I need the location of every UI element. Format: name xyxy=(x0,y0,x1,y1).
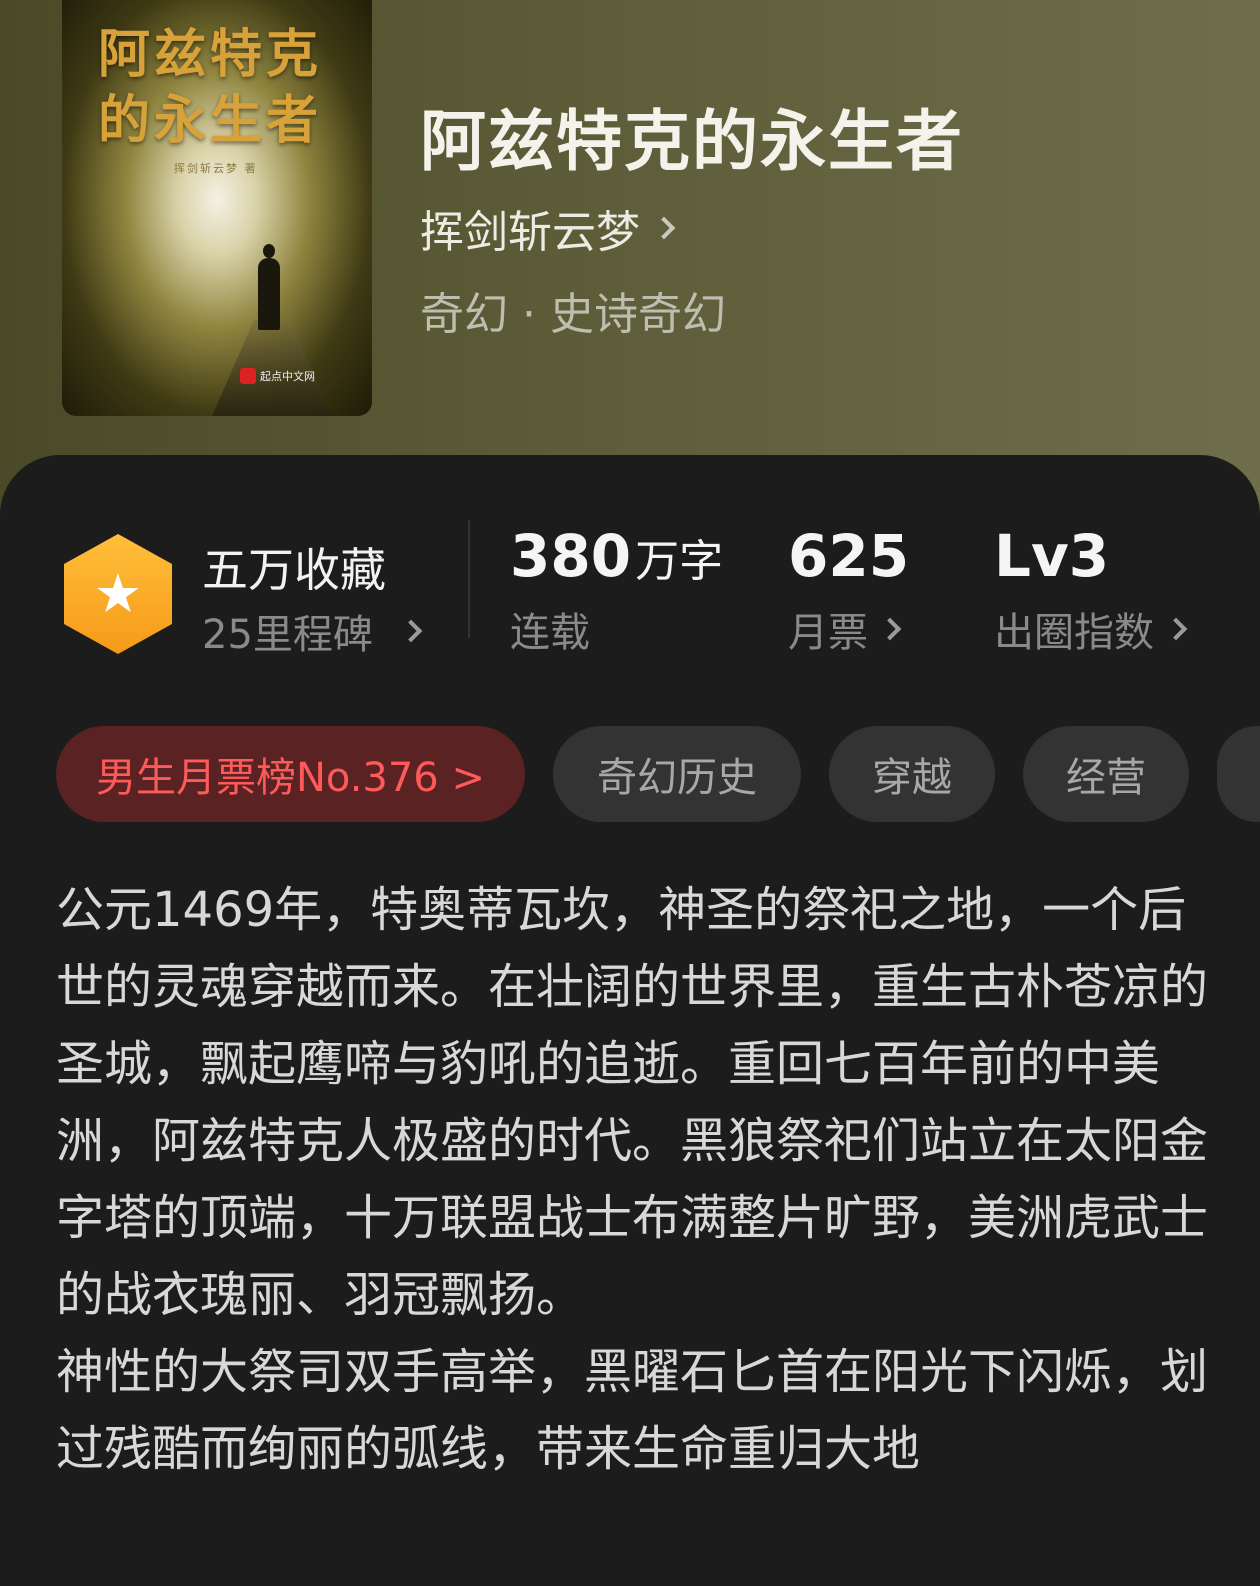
cover-publisher-logo: 起点中文网 xyxy=(240,368,315,384)
chevron-right-icon xyxy=(878,617,902,641)
cover-title-line1: 阿兹特克 xyxy=(98,24,323,85)
popularity-index-stat[interactable]: Lv3 出圈指数 xyxy=(994,522,1188,658)
book-description: 公元1469年，特奥蒂瓦坎，神圣的祭祀之地，一个后世的灵魂穿越而来。在壮阔的世界… xyxy=(56,882,1209,1477)
publisher-logo-icon xyxy=(240,368,256,384)
tag-time-travel[interactable]: 穿越 xyxy=(828,726,995,822)
star-icon: ★ xyxy=(93,562,143,625)
stats-row: ★ 五万收藏 25里程碑 380 万字 连载 625 月票 Lv3 出圈指数 xyxy=(0,518,1260,668)
monthly-ticket-value: 625 xyxy=(788,522,910,590)
cover-title: 阿兹特克 的永生者 xyxy=(98,22,338,154)
stats-divider xyxy=(468,520,470,638)
cover-figure-art xyxy=(258,244,280,330)
serial-status: 连载 xyxy=(510,610,590,656)
author-link[interactable]: 挥剑斩云梦 xyxy=(420,196,676,260)
author-name: 挥剑斩云梦 xyxy=(420,207,640,258)
book-header: 阿兹特克 的永生者 挥剑斩云梦 著 起点中文网 阿兹特克的永生者 挥剑斩云梦 奇… xyxy=(0,0,1260,520)
cover-author: 挥剑斩云梦 著 xyxy=(174,162,258,175)
tag-fantasy-history[interactable]: 奇幻历史 xyxy=(552,726,801,822)
word-count-unit: 万字 xyxy=(635,536,724,587)
collection-title: 五万收藏 xyxy=(202,543,386,597)
milestone-link[interactable]: 25里程碑 xyxy=(202,602,423,660)
monthly-ticket-label: 月票 xyxy=(788,610,868,656)
monthly-ticket-stat[interactable]: 625 月票 xyxy=(788,522,909,658)
collection-badge[interactable]: ★ xyxy=(64,534,172,654)
rank-tag[interactable]: 男生月票榜No.376 > xyxy=(56,726,525,822)
word-count-value: 380 xyxy=(510,522,632,590)
tag-row: 男生月票榜No.376 > 奇幻历史 穿越 经营 xyxy=(56,726,1260,822)
tag-management[interactable]: 经营 xyxy=(1022,726,1189,822)
popularity-index-value: Lv3 xyxy=(994,522,1110,590)
tag-overflow[interactable] xyxy=(1216,726,1260,822)
chevron-right-icon xyxy=(399,619,423,643)
word-count-stat: 380 万字 连载 xyxy=(510,522,723,658)
chevron-right-icon xyxy=(1164,617,1188,641)
cover-title-line2: 的永生者 xyxy=(98,90,323,151)
chevron-right-icon xyxy=(652,216,676,240)
milestone-label: 25里程碑 xyxy=(202,612,373,658)
book-category: 奇幻 · 史诗奇幻 xyxy=(420,289,726,340)
popularity-index-label: 出圈指数 xyxy=(994,610,1154,656)
book-title: 阿兹特克的永生者 xyxy=(420,103,964,180)
cover-publisher: 起点中文网 xyxy=(260,370,315,383)
book-cover[interactable]: 阿兹特克 的永生者 挥剑斩云梦 著 起点中文网 xyxy=(62,0,372,416)
